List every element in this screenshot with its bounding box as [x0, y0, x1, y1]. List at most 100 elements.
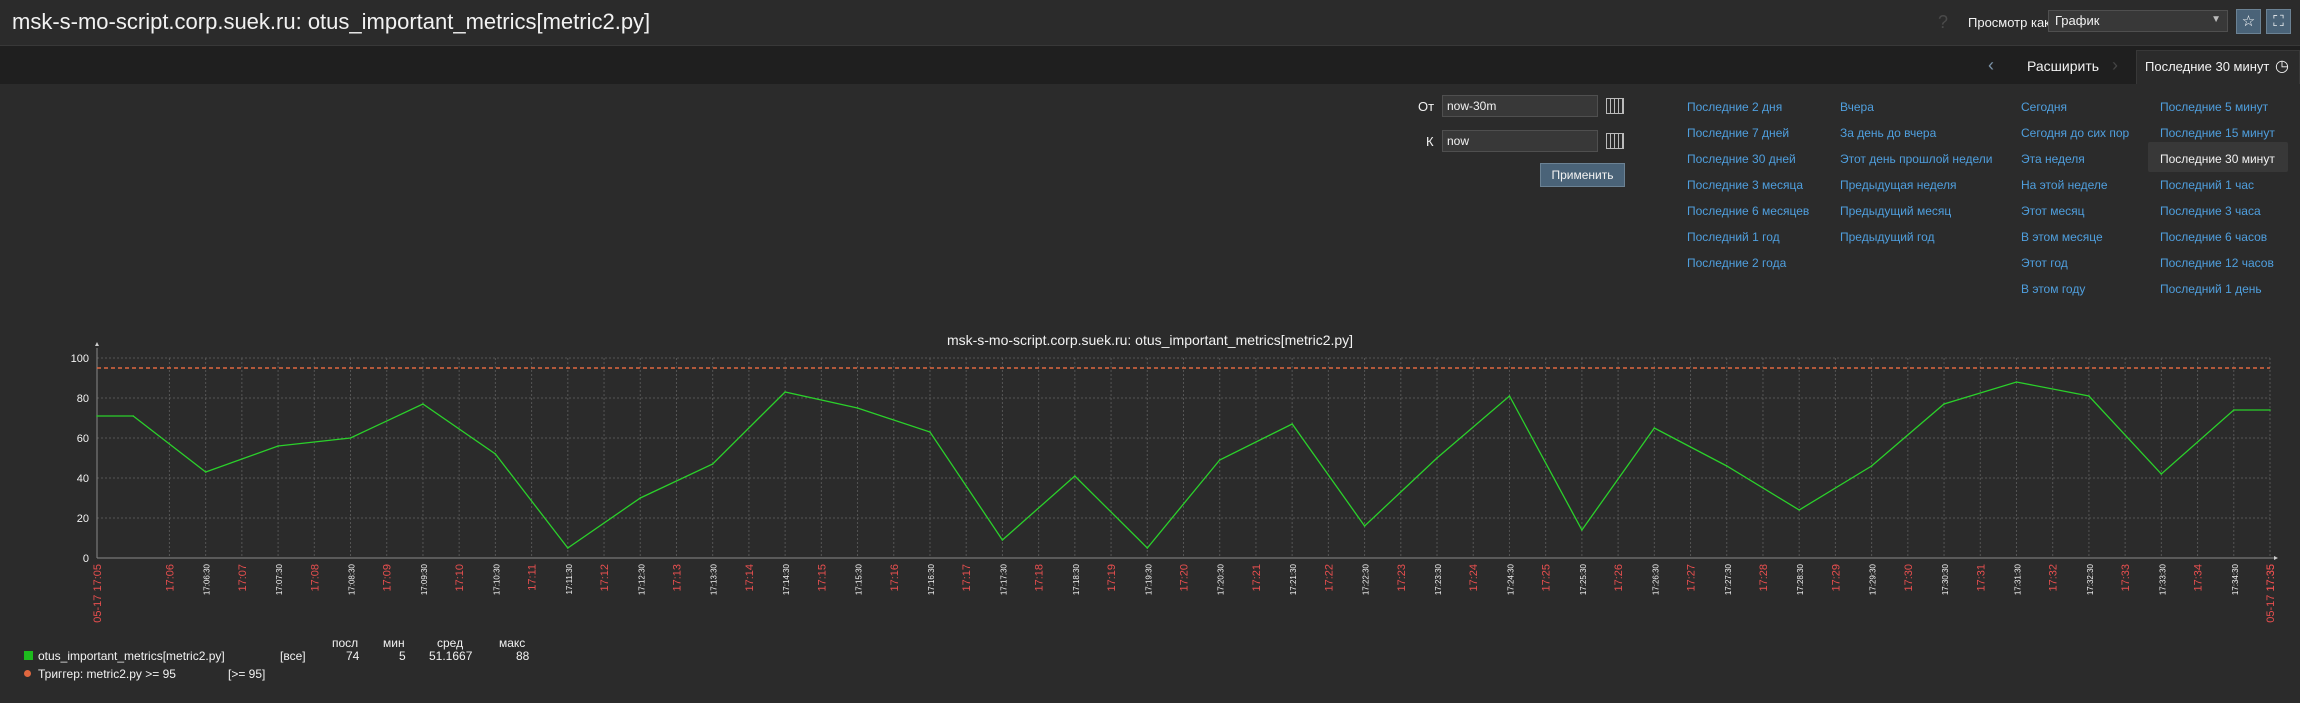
- y-tick-label: 40: [77, 473, 89, 485]
- x-tick-label: 17:24: [1468, 564, 1480, 592]
- legend-min-value: 5: [399, 649, 406, 663]
- series-point: [856, 407, 859, 409]
- x-tick-label: 17:26: [1613, 564, 1625, 592]
- series-point: [2160, 473, 2163, 475]
- series-point: [132, 415, 135, 417]
- series-point: [1218, 459, 1221, 461]
- x-tick-label: 17:34:30: [2231, 563, 2240, 595]
- x-tick-label: 17:31:30: [2013, 563, 2022, 595]
- x-tick-label: 17:15:30: [855, 563, 864, 595]
- x-tick-label: 17:22:30: [1362, 563, 1371, 595]
- y-tick-label: 80: [77, 393, 89, 405]
- x-tick-label: 17:29: [1830, 564, 1842, 592]
- series-point: [1508, 395, 1511, 397]
- x-tick-label: 17:26:30: [1651, 563, 1660, 595]
- series-point: [1798, 509, 1800, 511]
- series-point: [1363, 525, 1366, 527]
- x-tick-label: 17:11:30: [565, 563, 574, 594]
- x-tick-label: 17:22: [1323, 564, 1335, 592]
- y-tick-label: 20: [77, 513, 89, 525]
- series-point: [2015, 381, 2018, 383]
- x-tick-label: 17:07: [237, 564, 249, 592]
- x-tick-label: 17:13: [671, 564, 683, 592]
- series-point: [494, 453, 497, 455]
- series-point: [277, 445, 279, 447]
- series-point: [1146, 547, 1149, 549]
- series-point: [567, 547, 569, 549]
- x-tick-label: 17:09: [382, 564, 394, 592]
- x-tick-label: 05-17 17:35: [2265, 564, 2277, 623]
- y-tick-label: 0: [83, 553, 89, 565]
- series-point: [422, 403, 424, 405]
- x-tick-label: 17:09:30: [420, 563, 429, 595]
- x-tick-label: 17:17:30: [999, 563, 1008, 595]
- x-tick-label: 17:32:30: [2086, 563, 2095, 595]
- x-tick-label: 17:34: [2193, 564, 2205, 592]
- series-point: [2232, 409, 2235, 411]
- x-tick-label: 17:20:30: [1217, 563, 1226, 595]
- series-point: [1943, 403, 1945, 405]
- series-point: [1581, 529, 1583, 531]
- trigger-marker: [24, 670, 31, 677]
- x-tick-label: 17:17: [961, 564, 973, 592]
- x-tick-label: 17:25: [1541, 564, 1553, 592]
- x-tick-label: 17:12:30: [637, 563, 646, 595]
- x-tick-label: 17:25:30: [1579, 563, 1588, 595]
- series-point: [1436, 457, 1438, 459]
- legend-trigger: Триггер: metric2.py >= 95: [38, 667, 176, 681]
- x-tick-label: 17:13:30: [710, 563, 719, 595]
- x-tick-label: 17:14: [744, 564, 756, 592]
- x-tick-label: 17:31: [1975, 564, 1987, 592]
- x-tick-label: 05-17 17:05: [92, 564, 104, 623]
- series-point: [96, 415, 98, 417]
- legend-item-scope: [все]: [280, 649, 306, 663]
- series-point: [711, 463, 714, 465]
- series-point: [2269, 409, 2271, 411]
- x-tick-label: 17:20: [1179, 564, 1191, 592]
- y-tick-label: 60: [77, 433, 89, 445]
- x-tick-label: 17:33:30: [2158, 563, 2167, 595]
- x-tick-label: 17:06:30: [203, 563, 212, 595]
- legend-col-last: посл: [332, 636, 359, 650]
- series-point: [1653, 427, 1656, 429]
- x-tick-label: 17:27:30: [1724, 563, 1733, 595]
- series-point: [639, 497, 642, 499]
- x-tick-label: 17:18: [1034, 564, 1046, 592]
- y-tick-label: 100: [71, 353, 89, 365]
- legend-last-value: 74: [346, 649, 360, 663]
- legend-col-avg: сред: [437, 636, 464, 650]
- x-tick-label: 17:21:30: [1289, 563, 1298, 595]
- x-tick-label: 17:23: [1396, 564, 1408, 592]
- legend-avg-value: 51.1667: [429, 649, 473, 663]
- x-tick-label: 17:32: [2048, 564, 2060, 592]
- x-tick-label: 17:19: [1106, 564, 1118, 592]
- series-point: [784, 391, 786, 393]
- x-tick-label: 17:30:30: [1941, 563, 1950, 595]
- x-tick-label: 17:28:30: [1796, 563, 1805, 595]
- x-tick-label: 17:28: [1758, 564, 1770, 592]
- x-tick-label: 17:14:30: [782, 563, 791, 595]
- x-tick-label: 17:08:30: [348, 563, 357, 595]
- x-tick-label: 17:08: [309, 564, 321, 592]
- x-tick-label: 17:29:30: [1869, 563, 1878, 595]
- legend-trigger-cond: [>= 95]: [228, 667, 266, 681]
- x-axis-arrow: [2274, 556, 2278, 560]
- series-point: [204, 471, 207, 473]
- x-tick-label: 17:21: [1251, 564, 1263, 592]
- x-tick-label: 17:18:30: [1072, 563, 1081, 595]
- graph-canvas: 0 20 40 60 80 100 05-17 17:05 17:06 17:06:30 17:0…: [71, 342, 2278, 623]
- x-tick-label: 17:12: [599, 564, 611, 592]
- x-tick-label: 17:30: [1903, 564, 1915, 592]
- series-point: [929, 431, 931, 433]
- legend-item-name: otus_important_metrics[metric2.py]: [38, 649, 225, 663]
- y-axis-arrow: [95, 342, 99, 346]
- x-tick-label: 17:15: [816, 564, 828, 592]
- x-tick-label: 17:19:30: [1144, 563, 1153, 595]
- x-tick-label: 17:11: [527, 564, 539, 591]
- legend-swatch: [24, 651, 33, 660]
- legend-col-max: макс: [499, 636, 526, 650]
- legend-col-min: мин: [383, 636, 405, 650]
- x-tick-label: 17:10: [454, 564, 466, 592]
- series-point: [1291, 423, 1293, 425]
- series-point: [1001, 539, 1004, 541]
